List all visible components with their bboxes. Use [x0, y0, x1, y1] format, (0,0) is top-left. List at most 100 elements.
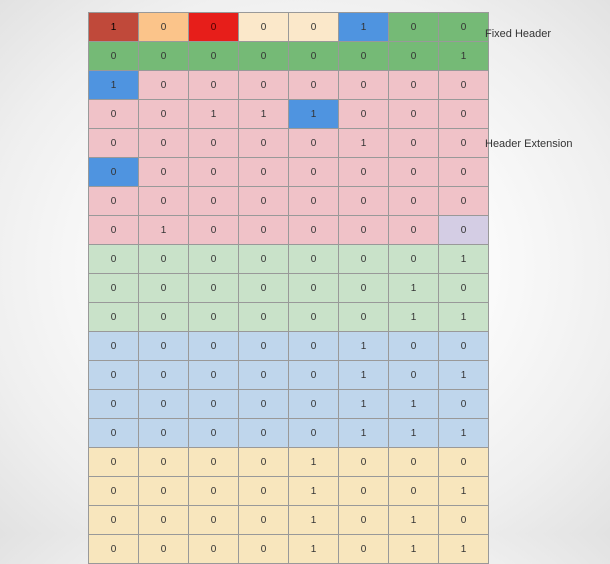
grid-cell: 0	[439, 100, 489, 129]
grid-cell: 0	[239, 390, 289, 419]
grid-cell: 0	[289, 42, 339, 71]
grid-cell: 0	[339, 158, 389, 187]
grid-cell: 0	[289, 303, 339, 332]
grid-cell: 0	[289, 13, 339, 42]
grid-cell: 0	[189, 419, 239, 448]
grid-cell: 1	[389, 506, 439, 535]
grid-cell: 0	[189, 42, 239, 71]
grid-cell: 1	[289, 100, 339, 129]
grid-cell: 0	[189, 390, 239, 419]
grid-cell: 0	[289, 245, 339, 274]
grid-cell: 1	[439, 419, 489, 448]
grid-cell: 0	[389, 477, 439, 506]
grid-cell: 0	[189, 535, 239, 564]
grid-cell: 0	[89, 390, 139, 419]
grid-cell: 0	[339, 100, 389, 129]
grid-cell: 0	[189, 477, 239, 506]
grid-cell: 0	[189, 158, 239, 187]
grid-cell: 0	[89, 303, 139, 332]
grid-cell: 0	[189, 71, 239, 100]
grid-cell: 0	[239, 303, 289, 332]
grid-cell: 0	[289, 419, 339, 448]
grid-cell: 0	[189, 13, 239, 42]
grid-cell: 0	[89, 42, 139, 71]
grid-cell: 0	[239, 332, 289, 361]
grid-cell: 0	[139, 158, 189, 187]
grid-cell: 1	[289, 448, 339, 477]
grid-cell: 0	[339, 245, 389, 274]
grid-row: 00000001	[89, 42, 489, 71]
grid-cell: 0	[439, 187, 489, 216]
grid-cell: 0	[189, 506, 239, 535]
grid-cell: 0	[339, 477, 389, 506]
grid-cell: 0	[239, 71, 289, 100]
grid-cell: 1	[339, 361, 389, 390]
label-fixed-header: Fixed Header	[485, 28, 551, 40]
grid-cell: 1	[89, 71, 139, 100]
grid-cell: 0	[439, 13, 489, 42]
grid-row: 00001011	[89, 535, 489, 564]
grid-cell: 0	[189, 303, 239, 332]
grid-cell: 0	[89, 158, 139, 187]
grid-cell: 0	[339, 535, 389, 564]
grid-cell: 1	[389, 390, 439, 419]
grid-cell: 0	[439, 332, 489, 361]
grid-cell: 0	[339, 71, 389, 100]
grid-cell: 0	[289, 390, 339, 419]
grid-cell: 0	[189, 274, 239, 303]
grid-cell: 0	[239, 245, 289, 274]
grid-row: 00000011	[89, 303, 489, 332]
label-header-extension: Header Extension	[485, 138, 572, 150]
grid-cell: 0	[289, 332, 339, 361]
bit-grid: 1000010000000001100000000011100000000100…	[88, 12, 489, 564]
grid-cell: 0	[139, 419, 189, 448]
grid-cell: 1	[339, 390, 389, 419]
grid-row: 00000001	[89, 245, 489, 274]
grid-cell: 0	[89, 129, 139, 158]
grid-cell: 0	[139, 245, 189, 274]
grid-cell: 0	[89, 419, 139, 448]
grid-cell: 0	[139, 100, 189, 129]
grid-cell: 0	[139, 448, 189, 477]
grid-cell: 0	[89, 332, 139, 361]
grid-cell: 0	[89, 361, 139, 390]
grid-cell: 0	[89, 274, 139, 303]
grid-cell: 0	[389, 332, 439, 361]
grid-cell: 1	[89, 13, 139, 42]
grid-cell: 0	[189, 448, 239, 477]
grid-cell: 0	[189, 216, 239, 245]
grid-cell: 0	[89, 477, 139, 506]
grid-cell: 0	[339, 42, 389, 71]
grid-row: 10000000	[89, 71, 489, 100]
grid-cell: 0	[189, 332, 239, 361]
grid-cell: 0	[139, 303, 189, 332]
grid-cell: 0	[89, 448, 139, 477]
grid-cell: 0	[139, 274, 189, 303]
grid-row: 00000010	[89, 274, 489, 303]
grid-cell: 0	[89, 245, 139, 274]
grid-row: 00000100	[89, 129, 489, 158]
grid-cell: 0	[239, 13, 289, 42]
grid-cell: 1	[139, 216, 189, 245]
grid-cell: 0	[239, 535, 289, 564]
grid-cell: 0	[289, 361, 339, 390]
grid-row: 10000100	[89, 13, 489, 42]
grid-cell: 0	[389, 245, 439, 274]
grid-cell: 1	[439, 535, 489, 564]
grid-cell: 0	[439, 506, 489, 535]
grid-cell: 0	[339, 187, 389, 216]
grid-cell: 1	[339, 419, 389, 448]
grid-cell: 0	[189, 245, 239, 274]
grid-cell: 0	[239, 448, 289, 477]
grid-cell: 0	[89, 216, 139, 245]
grid-cell: 1	[339, 129, 389, 158]
grid-cell: 0	[239, 506, 289, 535]
grid-row: 00000100	[89, 332, 489, 361]
grid-row: 01000000	[89, 216, 489, 245]
grid-cell: 0	[439, 158, 489, 187]
grid-row: 00001000	[89, 448, 489, 477]
grid-cell: 1	[389, 303, 439, 332]
grid-row: 00000000	[89, 187, 489, 216]
grid-cell: 0	[439, 448, 489, 477]
grid-row: 00001010	[89, 506, 489, 535]
